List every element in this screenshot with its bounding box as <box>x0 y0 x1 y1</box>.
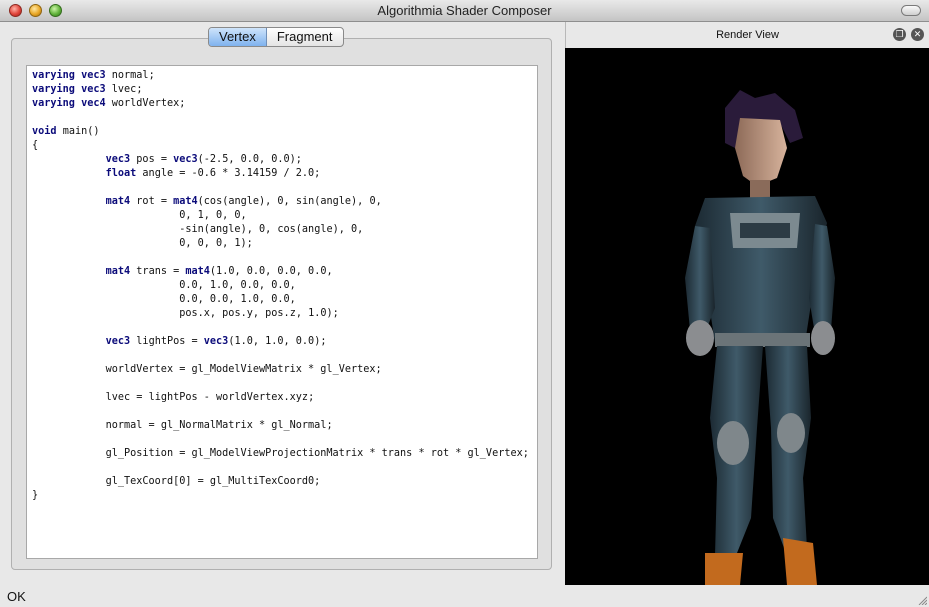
window-title: Algorithmia Shader Composer <box>377 3 552 18</box>
shader-tabs: Vertex Fragment <box>208 27 344 47</box>
code-line: lvec = lightPos - worldVertex.xyz; <box>105 392 315 403</box>
code-line: mat4 trans = mat4(1.0, 0.0, 0.0, 0.0, <box>105 266 333 277</box>
code-line: varying vec4 worldVertex; <box>32 98 186 109</box>
code-line: gl_TexCoord[0] = gl_MultiTexCoord0; <box>105 476 321 487</box>
code-line: 0.0, 0.0, 1.0, 0.0, <box>32 294 296 305</box>
code-line: { <box>32 140 39 151</box>
status-text: OK <box>7 589 26 604</box>
render-view-header: Render View ❐ ✕ <box>565 22 929 48</box>
tab-fragment[interactable]: Fragment <box>267 28 343 46</box>
code-line: -sin(angle), 0, cos(angle), 0, <box>32 224 364 235</box>
float-panel-icon[interactable]: ❐ <box>893 28 906 41</box>
code-line: mat4 rot = mat4(cos(angle), 0, sin(angle… <box>105 196 382 207</box>
code-line: normal = gl_NormalMatrix * gl_Normal; <box>105 420 333 431</box>
render-viewport[interactable] <box>565 48 929 585</box>
code-editor[interactable]: varying vec3 normal; varying vec3 lvec; va… <box>26 65 538 559</box>
code-line: float angle = -0.6 * 3.14159 / 2.0; <box>105 168 321 179</box>
code-line: varying vec3 normal; <box>32 70 155 81</box>
code-line: 0.0, 1.0, 0.0, 0.0, <box>32 280 296 291</box>
code-line: gl_Position = gl_ModelViewProjectionMatr… <box>105 448 529 459</box>
code-line: pos.x, pos.y, pos.z, 1.0); <box>179 308 339 319</box>
render-view-title: Render View <box>716 29 779 41</box>
title-bar: Algorithmia Shader Composer <box>0 0 929 22</box>
toolbar-toggle-button[interactable] <box>901 5 921 16</box>
code-line: 0, 1, 0, 0, <box>32 210 247 221</box>
close-panel-icon[interactable]: ✕ <box>911 28 924 41</box>
code-line: } <box>32 490 39 501</box>
code-line: void main() <box>32 126 100 137</box>
shader-source[interactable]: varying vec3 normal; varying vec3 lvec; va… <box>32 69 532 503</box>
status-bar: OK <box>0 585 929 607</box>
rendered-character-model <box>685 90 835 585</box>
code-line: vec3 pos = vec3(-2.5, 0.0, 0.0); <box>105 154 302 165</box>
code-line: vec3 lightPos = vec3(1.0, 1.0, 0.0); <box>105 336 327 347</box>
code-line: varying vec3 lvec; <box>32 84 143 95</box>
code-line: 0, 0, 0, 1); <box>32 238 253 249</box>
tab-vertex[interactable]: Vertex <box>209 28 267 46</box>
resize-grip-icon[interactable] <box>917 595 927 605</box>
code-line: worldVertex = gl_ModelViewMatrix * gl_Ve… <box>105 364 382 375</box>
